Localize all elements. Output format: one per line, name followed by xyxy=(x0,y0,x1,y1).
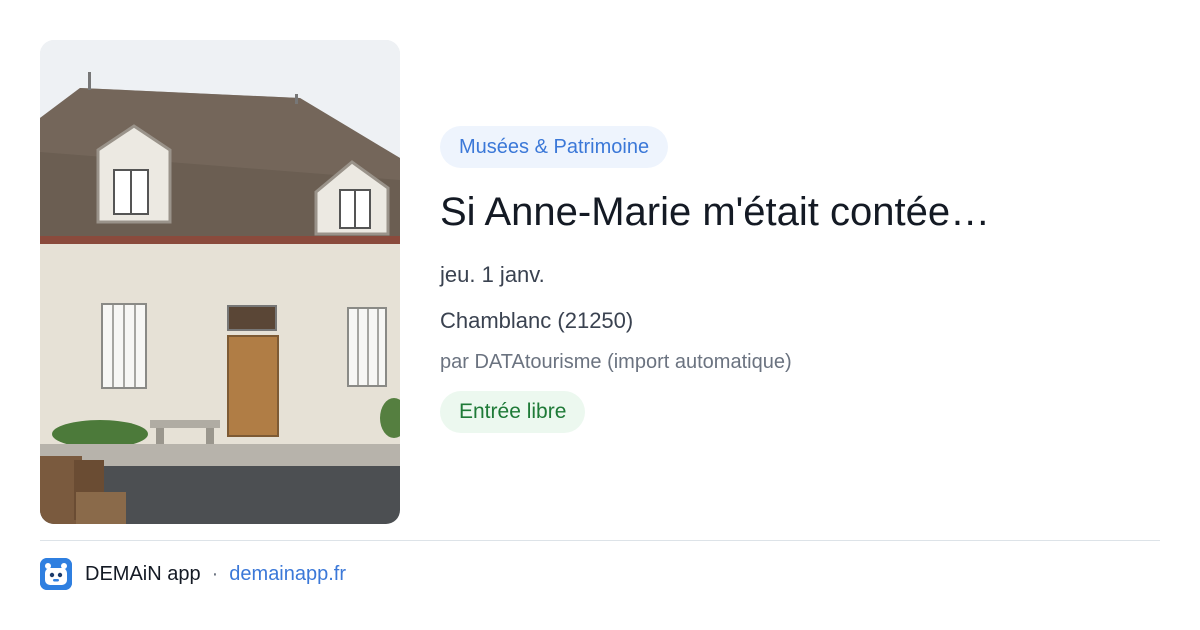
event-author: par DATAtourisme (import automatique) xyxy=(440,351,792,373)
brand-name: DEMAiN app xyxy=(85,562,201,585)
footer: DEMAiN app · demainapp.fr xyxy=(40,558,346,590)
price-badge: Entrée libre xyxy=(440,391,586,433)
footer-divider xyxy=(40,540,1160,541)
event-info: Musées & Patrimoine Si Anne-Marie m'étai… xyxy=(440,126,1160,433)
event-photo xyxy=(40,40,400,524)
event-location: Chamblanc (21250) xyxy=(440,308,634,333)
event-date: jeu. 1 janv. xyxy=(440,262,545,287)
event-title[interactable]: Si Anne-Marie m'était contée… xyxy=(440,188,1160,236)
domain-link[interactable]: demainapp.fr xyxy=(229,563,346,586)
category-badge[interactable]: Musées & Patrimoine xyxy=(440,126,669,168)
footer-separator: · xyxy=(211,562,219,585)
event-card[interactable]: Musées & Patrimoine Si Anne-Marie m'étai… xyxy=(0,0,1200,630)
demain-logo-icon xyxy=(40,558,72,590)
